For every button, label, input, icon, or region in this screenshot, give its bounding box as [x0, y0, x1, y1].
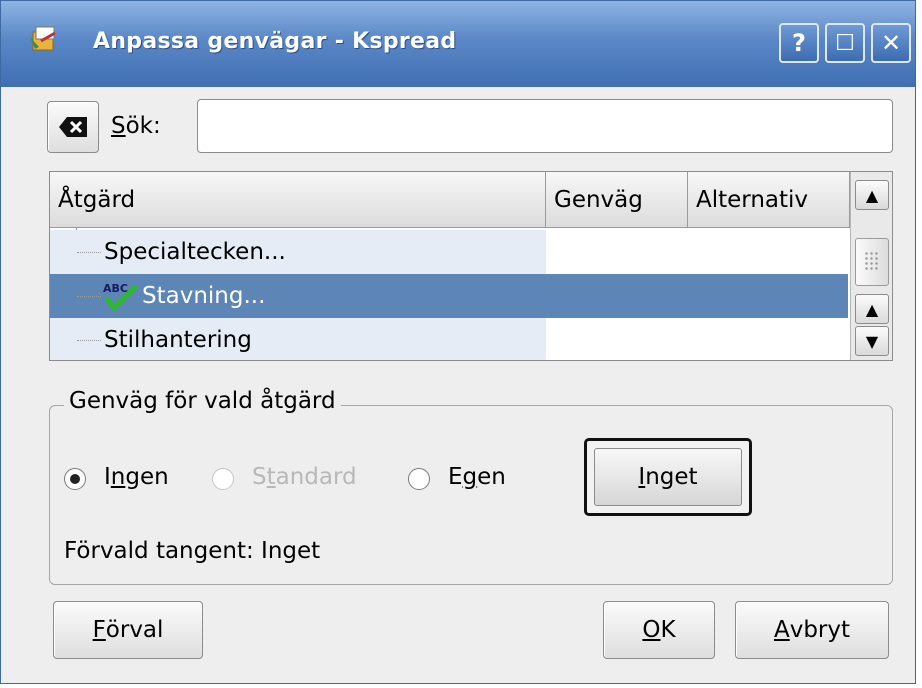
radio-default-label: Standard: [252, 464, 357, 490]
column-header-action[interactable]: Åtgärd: [50, 172, 546, 228]
scroll-up-button[interactable]: ▲: [855, 294, 889, 324]
defaults-button[interactable]: Förval: [53, 601, 203, 659]
grip-icon: [864, 251, 880, 271]
scroll-up-button[interactable]: ▲: [855, 180, 889, 210]
ok-button[interactable]: OK: [603, 601, 715, 659]
arrow-up-icon: ▲: [865, 185, 879, 205]
action-name: Specialtecken...: [104, 239, 286, 265]
close-button[interactable]: ✕: [871, 23, 911, 63]
help-button[interactable]: ?: [779, 23, 819, 63]
radio-custom[interactable]: [408, 468, 430, 490]
key-capture-button[interactable]: Inget: [584, 438, 752, 516]
svg-text:ABC: ABC: [103, 282, 128, 295]
scroll-thumb[interactable]: [855, 238, 889, 286]
tree-branch: [77, 340, 101, 341]
radio-none[interactable]: [64, 468, 86, 490]
cancel-button[interactable]: Avbryt: [735, 601, 889, 659]
default-key-label: Förvald tangent: Inget: [64, 538, 321, 564]
app-icon: [30, 26, 56, 51]
radio-custom-label[interactable]: Egen: [448, 464, 506, 490]
arrow-up-icon: ▲: [865, 299, 879, 319]
tree-branch: [77, 296, 101, 297]
search-input[interactable]: [197, 99, 893, 153]
vertical-scrollbar[interactable]: ▲ ▲ ▼: [850, 172, 892, 360]
shortcut-groupbox: Genväg för vald åtgärd Ingen Standard Eg…: [49, 388, 893, 585]
action-name: Stavning...: [142, 283, 266, 309]
action-name: Stilhantering: [104, 327, 252, 353]
list-item-selected[interactable]: ABC Stavning...: [50, 274, 848, 318]
arrow-down-icon: ▼: [865, 331, 879, 351]
radio-default: [212, 468, 234, 490]
list-item[interactable]: Stilhantering: [50, 318, 848, 360]
window-title: Anpassa genvägar - Kspread: [93, 29, 457, 54]
key-capture-face: Inget: [594, 448, 742, 506]
tree-branch: [77, 252, 101, 253]
scroll-down-button[interactable]: ▼: [855, 326, 889, 356]
column-header-shortcut[interactable]: Genväg: [546, 172, 688, 228]
radio-none-label[interactable]: Ingen: [104, 464, 169, 490]
group-legend: Genväg för vald åtgärd: [64, 388, 341, 414]
spellcheck-icon: ABC: [103, 282, 138, 312]
close-icon: ✕: [880, 29, 902, 57]
search-label: Sök:: [111, 113, 161, 139]
clear-left-icon: [59, 117, 87, 137]
title-bar[interactable]: Anpassa genvägar - Kspread ? ☐ ✕: [1, 1, 915, 87]
shortcut-dialog: Anpassa genvägar - Kspread ? ☐ ✕ Sök: Åt…: [0, 0, 916, 684]
clear-search-button[interactable]: [47, 101, 99, 153]
help-icon: ?: [792, 29, 806, 57]
column-header-alternative[interactable]: Alternativ: [688, 172, 850, 228]
action-list[interactable]: Åtgärd Genväg Alternativ Specialtecken..…: [49, 171, 893, 361]
maximize-icon: ☐: [835, 30, 855, 56]
list-item[interactable]: Specialtecken...: [50, 230, 848, 274]
maximize-button[interactable]: ☐: [825, 23, 865, 63]
